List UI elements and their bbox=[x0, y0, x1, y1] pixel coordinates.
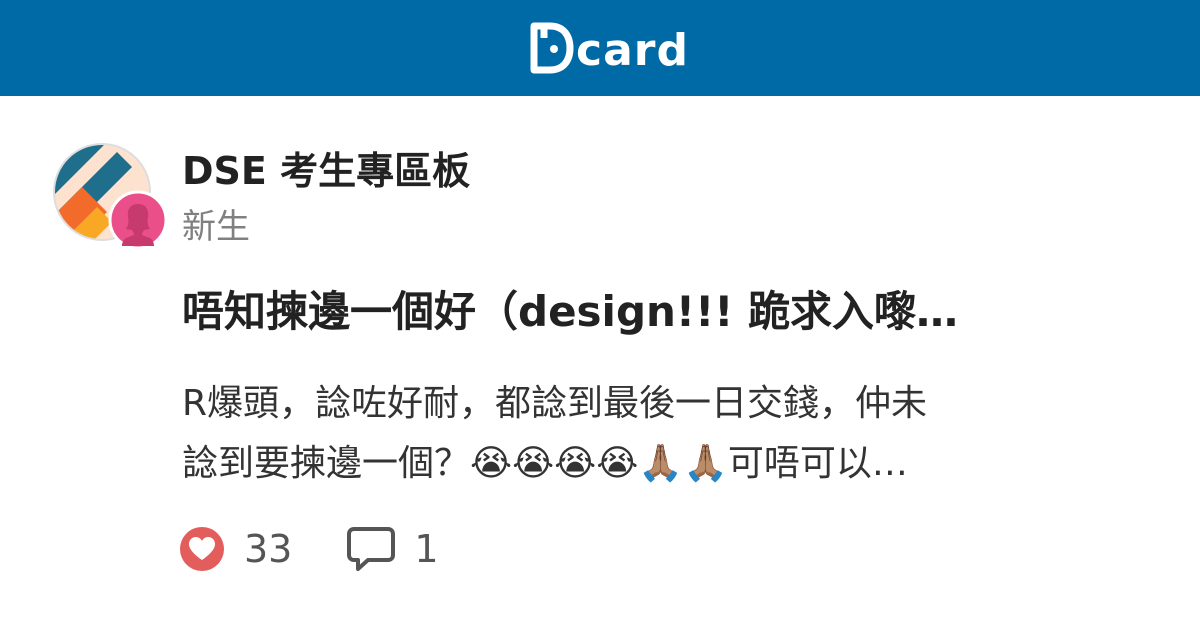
share-card: card DSE 考生專區板 新生 唔知揀邊一個好（design!!! 跪求入嚟… bbox=[0, 0, 1200, 630]
dcard-d-icon bbox=[530, 22, 574, 74]
like-count: 33 bbox=[244, 527, 293, 571]
dcard-logo[interactable]: card bbox=[530, 20, 689, 76]
comment-icon bbox=[347, 527, 396, 571]
author-label: 新生 bbox=[182, 207, 250, 247]
post-stats: 33 1 bbox=[178, 522, 493, 576]
excerpt-line: 諗到要揀邊一個？😭😭😭😭🙏🏽🙏🏽可唔可以… bbox=[182, 443, 908, 484]
top-bar: card bbox=[0, 0, 1200, 96]
comment-stat[interactable]: 1 bbox=[346, 524, 439, 574]
heart-icon bbox=[180, 527, 224, 571]
logo-text: card bbox=[576, 25, 689, 76]
post-excerpt: R爆頭，諗咗好耐，都諗到最後一日交錢，仲未 諗到要揀邊一個？😭😭😭😭🙏🏽🙏🏽可唔… bbox=[182, 374, 1122, 494]
comment-count: 1 bbox=[414, 527, 439, 571]
post-title[interactable]: 唔知揀邊一個好（design!!! 跪求入嚟… bbox=[182, 282, 1102, 342]
like-stat[interactable]: 33 bbox=[178, 524, 292, 574]
excerpt-line: R爆頭，諗咗好耐，都諗到最後一日交錢，仲未 bbox=[182, 383, 928, 424]
forum-name[interactable]: DSE 考生專區板 bbox=[182, 146, 470, 196]
female-avatar-icon[interactable] bbox=[108, 190, 168, 250]
